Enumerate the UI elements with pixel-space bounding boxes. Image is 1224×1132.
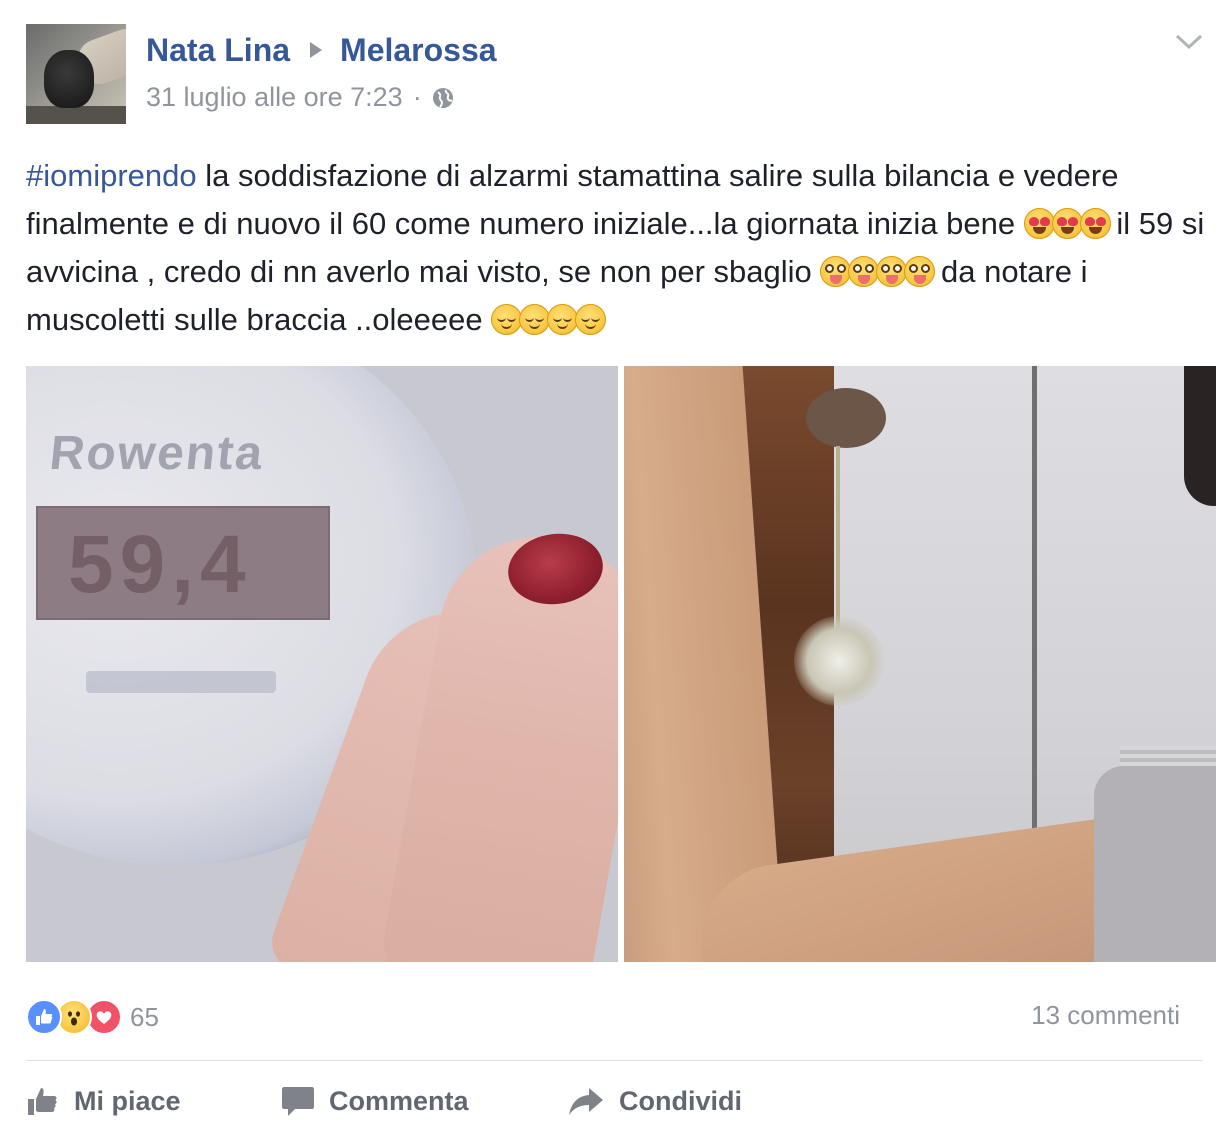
chandelier: [794, 616, 884, 706]
comments-count-link[interactable]: 13 commenti: [1031, 1000, 1180, 1031]
photo-arm-mirror[interactable]: [624, 366, 1216, 962]
shirt: [1094, 766, 1216, 962]
chevron-down-icon[interactable]: [1174, 32, 1204, 52]
avatar[interactable]: [26, 24, 126, 124]
post-meta: 31 luglio alle ore 7:23 ·: [146, 82, 454, 113]
divider: [26, 1060, 1202, 1061]
author-name-link[interactable]: Nata Lina: [146, 32, 290, 69]
scale-reading: 59,4: [68, 519, 252, 610]
arrow-right-icon: [310, 42, 323, 58]
photo-scale[interactable]: Rowenta 59,4: [26, 366, 618, 962]
hair: [1184, 366, 1216, 506]
like-button[interactable]: Mi piace: [26, 1086, 281, 1117]
reactions-count: 65: [130, 1001, 159, 1032]
comment-label: Commenta: [329, 1085, 469, 1116]
comment-button[interactable]: Commenta: [281, 1085, 567, 1117]
scale-display: 59,4: [36, 506, 330, 620]
scale-brand-label: Rowenta: [47, 427, 267, 480]
post-actions: Mi piace Commenta Condividi: [26, 1080, 742, 1122]
hashtag-link[interactable]: #iomiprendo: [26, 158, 197, 193]
relieved-emoji-icon: [491, 302, 607, 337]
thumbs-up-icon: [28, 1088, 57, 1115]
tongue-out-emoji-icon: [820, 254, 936, 289]
post-timestamp[interactable]: 31 luglio alle ore 7:23: [146, 82, 403, 113]
ceiling-plate: [806, 388, 886, 448]
share-label: Condividi: [619, 1085, 742, 1116]
meta-separator: ·: [412, 82, 422, 112]
post-header-names: Nata Lina Melarossa: [146, 30, 497, 70]
reactions-summary[interactable]: 65: [26, 998, 159, 1036]
heart-eyes-emoji-icon: [1023, 206, 1111, 241]
share-arrow-icon: [569, 1088, 603, 1115]
avatar-head: [44, 50, 94, 108]
comment-icon: [282, 1087, 314, 1116]
globe-icon[interactable]: [432, 87, 454, 109]
like-icon: [26, 999, 62, 1035]
group-name-link[interactable]: Melarossa: [340, 32, 497, 69]
scale-small-print: [86, 671, 276, 693]
facebook-post: Nata Lina Melarossa 31 luglio alle ore 7…: [0, 0, 1224, 1132]
share-button[interactable]: Condividi: [567, 1086, 742, 1117]
post-text: #iomiprendo la soddisfazione di alzarmi …: [26, 152, 1206, 344]
like-label: Mi piace: [74, 1085, 181, 1116]
avatar-floor: [26, 106, 126, 124]
